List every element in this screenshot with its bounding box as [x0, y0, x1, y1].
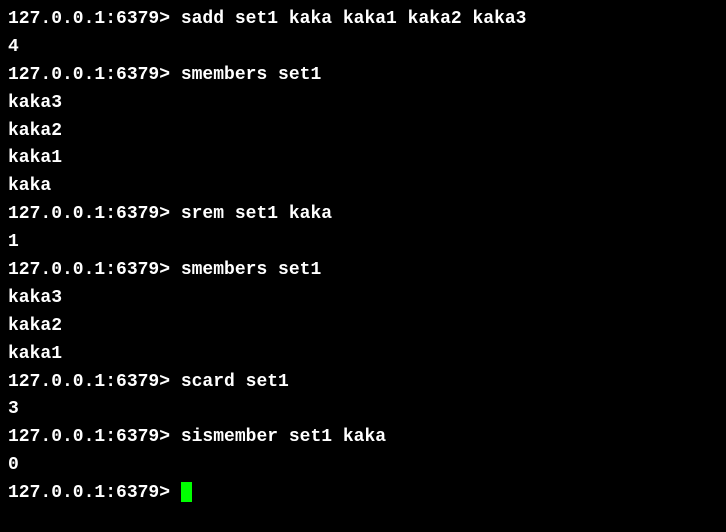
prompt-text: 127.0.0.1:6379> [8, 483, 181, 503]
terminal-line: 1 [8, 229, 718, 257]
output-text: kaka [8, 176, 51, 196]
command-text: smembers set1 [181, 65, 321, 85]
terminal-line: 127.0.0.1:6379> sadd set1 kaka kaka1 kak… [8, 6, 718, 34]
terminal-line: 127.0.0.1:6379> srem set1 kaka [8, 201, 718, 229]
output-text: 3 [8, 399, 19, 419]
terminal-line: 127.0.0.1:6379> smembers set1 [8, 257, 718, 285]
terminal-line: 127.0.0.1:6379> scard set1 [8, 369, 718, 397]
terminal-line: kaka [8, 173, 718, 201]
output-text: kaka1 [8, 148, 62, 168]
terminal-line: 127.0.0.1:6379> [8, 480, 718, 508]
terminal-line: kaka3 [8, 285, 718, 313]
output-text: kaka2 [8, 121, 62, 141]
output-text: 1 [8, 232, 19, 252]
command-text: sadd set1 kaka kaka1 kaka2 kaka3 [181, 9, 527, 29]
prompt-text: 127.0.0.1:6379> [8, 372, 181, 392]
command-text: smembers set1 [181, 260, 321, 280]
prompt-text: 127.0.0.1:6379> [8, 427, 181, 447]
terminal-line: 127.0.0.1:6379> smembers set1 [8, 62, 718, 90]
terminal-line: kaka1 [8, 341, 718, 369]
command-text: scard set1 [181, 372, 289, 392]
terminal-line: kaka2 [8, 118, 718, 146]
terminal-output[interactable]: 127.0.0.1:6379> sadd set1 kaka kaka1 kak… [8, 6, 718, 508]
output-text: kaka3 [8, 288, 62, 308]
output-text: 4 [8, 37, 19, 57]
prompt-text: 127.0.0.1:6379> [8, 204, 181, 224]
output-text: kaka3 [8, 93, 62, 113]
output-text: kaka2 [8, 316, 62, 336]
terminal-line: 127.0.0.1:6379> sismember set1 kaka [8, 424, 718, 452]
command-text: sismember set1 kaka [181, 427, 386, 447]
terminal-line: kaka3 [8, 90, 718, 118]
prompt-text: 127.0.0.1:6379> [8, 260, 181, 280]
terminal-line: kaka1 [8, 145, 718, 173]
prompt-text: 127.0.0.1:6379> [8, 65, 181, 85]
command-text: srem set1 kaka [181, 204, 332, 224]
terminal-line: 0 [8, 452, 718, 480]
cursor-block[interactable] [181, 482, 192, 502]
prompt-text: 127.0.0.1:6379> [8, 9, 181, 29]
terminal-line: 4 [8, 34, 718, 62]
output-text: 0 [8, 455, 19, 475]
output-text: kaka1 [8, 344, 62, 364]
terminal-line: 3 [8, 396, 718, 424]
terminal-line: kaka2 [8, 313, 718, 341]
